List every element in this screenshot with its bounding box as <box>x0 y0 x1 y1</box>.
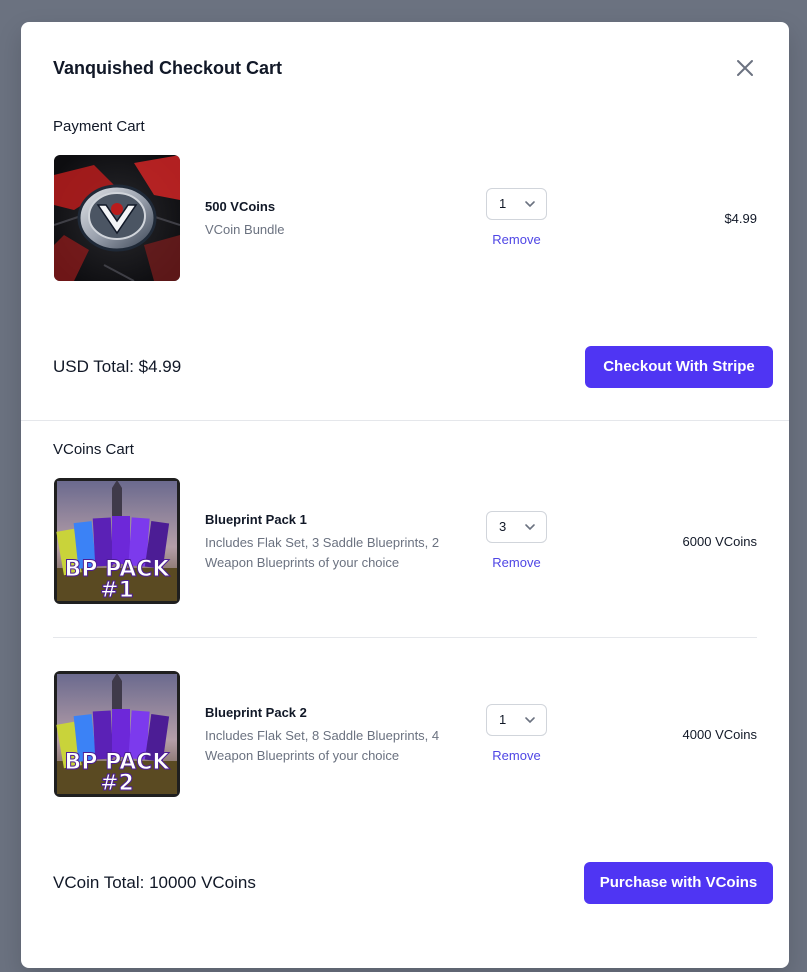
quantity-value: 3 <box>499 519 507 534</box>
item-description: Includes Flak Set, 3 Saddle Blueprints, … <box>205 535 440 570</box>
quantity-value: 1 <box>499 712 507 727</box>
quantity-select[interactable]: 1 <box>486 188 547 220</box>
item-name: 500 VCoins <box>205 199 276 214</box>
blueprint-pack-1-image: BP PACK #1 <box>54 478 180 604</box>
checkout-stripe-button[interactable]: Checkout With Stripe <box>585 346 773 388</box>
item-description: Includes Flak Set, 8 Saddle Blueprints, … <box>205 728 440 763</box>
blueprint-pack-2-image: BP PACK #2 <box>54 671 180 797</box>
modal-title: Vanquished Checkout Cart <box>53 58 283 78</box>
item-price: $4.99 <box>724 211 757 226</box>
item-price: 4000 VCoins <box>682 727 757 742</box>
item-name: Blueprint Pack 1 <box>205 512 307 527</box>
pack-image-number: #1 <box>100 578 134 603</box>
payment-cart-title: Payment Cart <box>53 118 145 135</box>
section-divider <box>21 420 789 421</box>
remove-link[interactable]: Remove <box>486 555 547 570</box>
quantity-value: 1 <box>499 196 507 211</box>
vcoins-cart-title: VCoins Cart <box>53 441 134 458</box>
vcoin-total: VCoin Total: 10000 VCoins <box>53 873 256 892</box>
checkout-modal: Vanquished Checkout Cart Payment Cart 50… <box>21 22 789 968</box>
quantity-select[interactable]: 1 <box>486 704 547 736</box>
vcoin-bundle-image <box>54 155 180 281</box>
chevron-down-icon <box>525 524 535 531</box>
chevron-down-icon <box>525 717 535 724</box>
item-price: 6000 VCoins <box>682 534 757 549</box>
remove-link[interactable]: Remove <box>486 748 547 763</box>
item-name: Blueprint Pack 2 <box>205 705 307 720</box>
purchase-vcoins-button[interactable]: Purchase with VCoins <box>584 862 773 904</box>
quantity-select[interactable]: 3 <box>486 511 547 543</box>
pack-image-number: #2 <box>100 771 134 796</box>
item-description: VCoin Bundle <box>205 222 285 237</box>
close-icon <box>737 60 753 76</box>
remove-link[interactable]: Remove <box>486 232 547 247</box>
chevron-down-icon <box>525 201 535 208</box>
usd-total: USD Total: $4.99 <box>53 357 182 376</box>
close-button[interactable] <box>733 56 757 80</box>
item-divider <box>53 637 757 638</box>
